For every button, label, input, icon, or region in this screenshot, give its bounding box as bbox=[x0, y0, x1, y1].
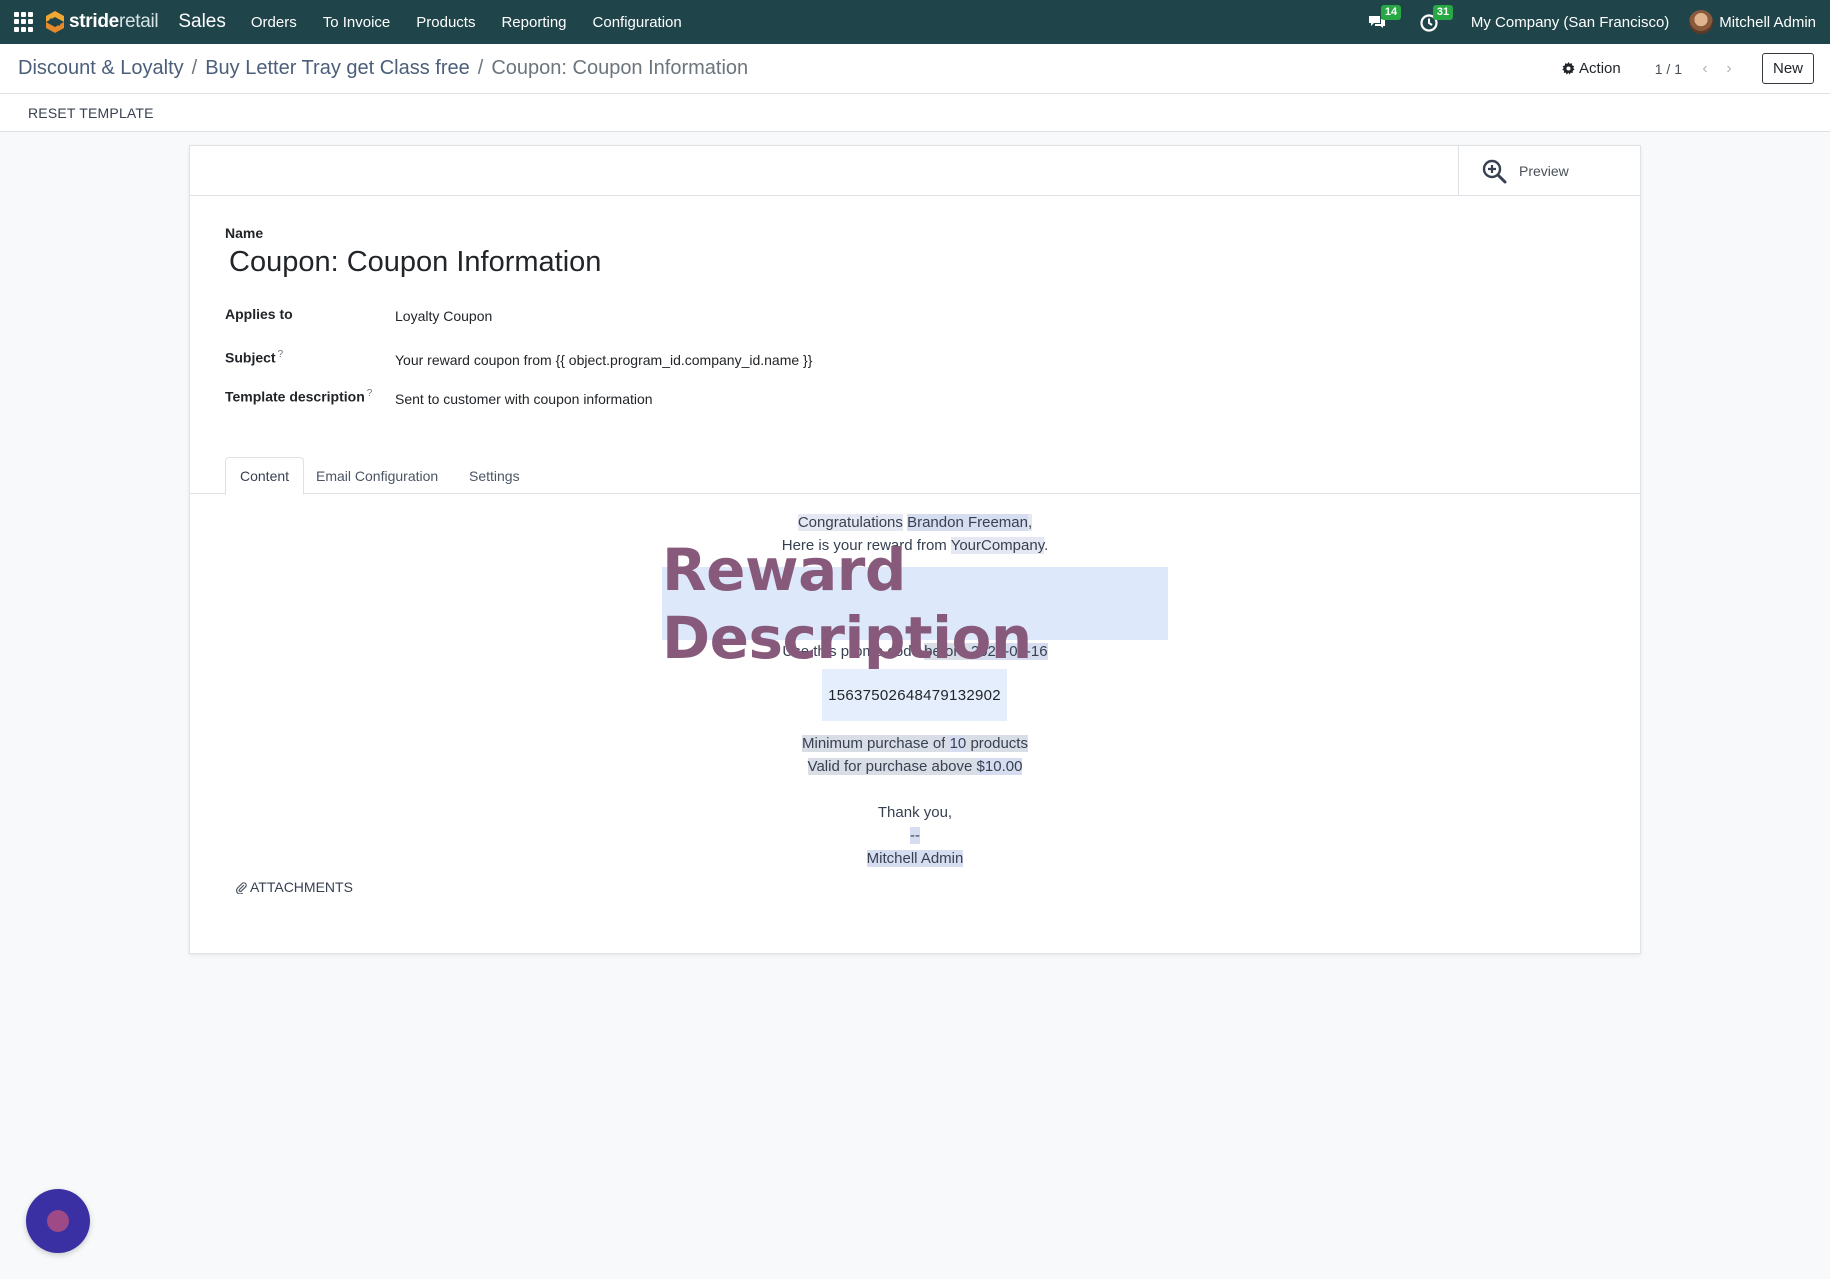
attachments-button[interactable]: ATTACHMENTS bbox=[235, 879, 353, 895]
action-menu-button[interactable]: Action bbox=[1562, 60, 1621, 77]
breadcrumb-discount-loyalty[interactable]: Discount & Loyalty bbox=[18, 57, 184, 80]
paperclip-icon bbox=[235, 881, 247, 894]
main-menu: Orders To Invoice Products Reporting Con… bbox=[238, 14, 695, 31]
congrats-line: Congratulations Brandon Freeman, bbox=[190, 514, 1640, 531]
signature-name: Mitchell Admin bbox=[866, 850, 964, 867]
applies-to-field[interactable]: Loyalty Coupon bbox=[395, 308, 492, 324]
brand-logo[interactable]: stride retail bbox=[44, 10, 159, 34]
avatar bbox=[1689, 10, 1714, 34]
app-name[interactable]: Sales bbox=[178, 11, 226, 33]
pager-previous-icon[interactable]: ‹ bbox=[1696, 60, 1714, 78]
pager-next-icon[interactable]: › bbox=[1720, 60, 1738, 78]
thanks-line: Thank you, bbox=[877, 804, 953, 821]
menu-item-configuration[interactable]: Configuration bbox=[580, 14, 695, 31]
top-navbar: stride retail Sales Orders To Invoice Pro… bbox=[0, 0, 1830, 44]
tab-email-configuration[interactable]: Email Configuration bbox=[302, 457, 452, 494]
signature-separator-line: -- bbox=[190, 827, 1640, 844]
navbar-systray: 14 31 My Company (San Francisco) Mitchel… bbox=[1367, 0, 1830, 44]
notebook-tabs: Content Email Configuration Settings bbox=[190, 457, 1640, 495]
control-panel: Discount & Loyalty / Buy Letter Tray get… bbox=[0, 44, 1830, 94]
min-purchase-text: Minimum purchase of bbox=[802, 735, 946, 752]
menu-item-products[interactable]: Products bbox=[403, 14, 488, 31]
applies-to-label: Applies to bbox=[225, 306, 293, 322]
zoom-in-icon bbox=[1482, 159, 1507, 183]
template-description-field[interactable]: Sent to customer with coupon information bbox=[395, 391, 653, 407]
name-field[interactable]: Coupon: Coupon Information bbox=[229, 246, 601, 279]
brand-name-part1: stride bbox=[69, 11, 119, 32]
reward-description-block: Reward Description bbox=[662, 536, 1168, 672]
activities-clock-icon[interactable]: 31 bbox=[1419, 5, 1454, 33]
pager-value[interactable]: 1 / 1 bbox=[1655, 61, 1682, 77]
congrats-text: Congratulations bbox=[797, 514, 903, 531]
help-icon[interactable]: ? bbox=[278, 349, 284, 360]
preview-button[interactable]: Preview bbox=[1458, 146, 1640, 195]
description-label-text: Template description bbox=[225, 388, 365, 405]
subject-label-text: Subject bbox=[225, 349, 276, 366]
signature-separator: -- bbox=[910, 827, 920, 844]
breadcrumb: Discount & Loyalty / Buy Letter Tray get… bbox=[18, 57, 748, 80]
tab-content[interactable]: Content bbox=[225, 457, 305, 495]
tab-settings[interactable]: Settings bbox=[455, 457, 534, 494]
chat-bubble-icon bbox=[47, 1210, 69, 1232]
form-sheet: Preview Name Coupon: Coupon Information … bbox=[189, 145, 1641, 954]
breadcrumb-program[interactable]: Buy Letter Tray get Class free bbox=[205, 57, 470, 80]
template-description-label: Template description? bbox=[225, 388, 372, 405]
new-button[interactable]: New bbox=[1761, 53, 1814, 84]
menu-item-to-invoice[interactable]: To Invoice bbox=[310, 14, 404, 31]
promo-code: 15637502648479132902 bbox=[828, 686, 1001, 704]
reset-template-button[interactable]: RESET TEMPLATE bbox=[28, 105, 154, 121]
gear-icon bbox=[1562, 62, 1575, 75]
messages-count-badge: 14 bbox=[1380, 5, 1402, 20]
promo-code-box: 15637502648479132902 bbox=[822, 669, 1007, 721]
subject-label: Subject? bbox=[225, 349, 283, 366]
breadcrumb-separator: / bbox=[477, 57, 484, 79]
signature-line: Mitchell Admin bbox=[190, 850, 1640, 867]
min-quantity: 10 bbox=[949, 735, 967, 752]
attachments-label: ATTACHMENTS bbox=[250, 879, 353, 895]
brand-name-part2: retail bbox=[118, 11, 159, 32]
valid-text: Valid for purchase above bbox=[807, 758, 973, 775]
valid-amount: $10.00 bbox=[976, 758, 1023, 775]
help-icon[interactable]: ? bbox=[367, 388, 373, 399]
breadcrumb-separator: / bbox=[191, 57, 198, 79]
apps-menu-icon[interactable] bbox=[14, 12, 34, 32]
chat-launcher-button[interactable] bbox=[26, 1189, 90, 1253]
congrats-comma: , bbox=[1027, 514, 1033, 531]
reward-description-title: Reward Description bbox=[662, 535, 1032, 672]
subject-field[interactable]: Your reward coupon from {{ object.progra… bbox=[395, 352, 812, 368]
preview-label: Preview bbox=[1519, 162, 1569, 179]
customer-name: Brandon Freeman bbox=[907, 514, 1028, 531]
company-switcher[interactable]: My Company (San Francisco) bbox=[1471, 14, 1669, 31]
breadcrumb-current: Coupon: Coupon Information bbox=[491, 57, 749, 79]
messages-icon[interactable]: 14 bbox=[1367, 5, 1402, 33]
user-name: Mitchell Admin bbox=[1719, 13, 1816, 31]
form-status-bar: RESET TEMPLATE bbox=[0, 94, 1830, 132]
menu-item-orders[interactable]: Orders bbox=[238, 14, 310, 31]
valid-amount-line: Valid for purchase above $10.00 bbox=[190, 758, 1640, 775]
min-purchase-unit: products bbox=[970, 735, 1028, 752]
menu-item-reporting[interactable]: Reporting bbox=[488, 14, 579, 31]
activities-count-badge: 31 bbox=[1432, 5, 1454, 20]
action-label: Action bbox=[1579, 60, 1621, 77]
button-box: Preview bbox=[190, 146, 1640, 196]
user-menu[interactable]: Mitchell Admin bbox=[1689, 10, 1816, 34]
brand-mark-icon bbox=[46, 11, 64, 33]
min-purchase-line: Minimum purchase of 10 products bbox=[190, 735, 1640, 752]
name-label: Name bbox=[225, 225, 264, 241]
